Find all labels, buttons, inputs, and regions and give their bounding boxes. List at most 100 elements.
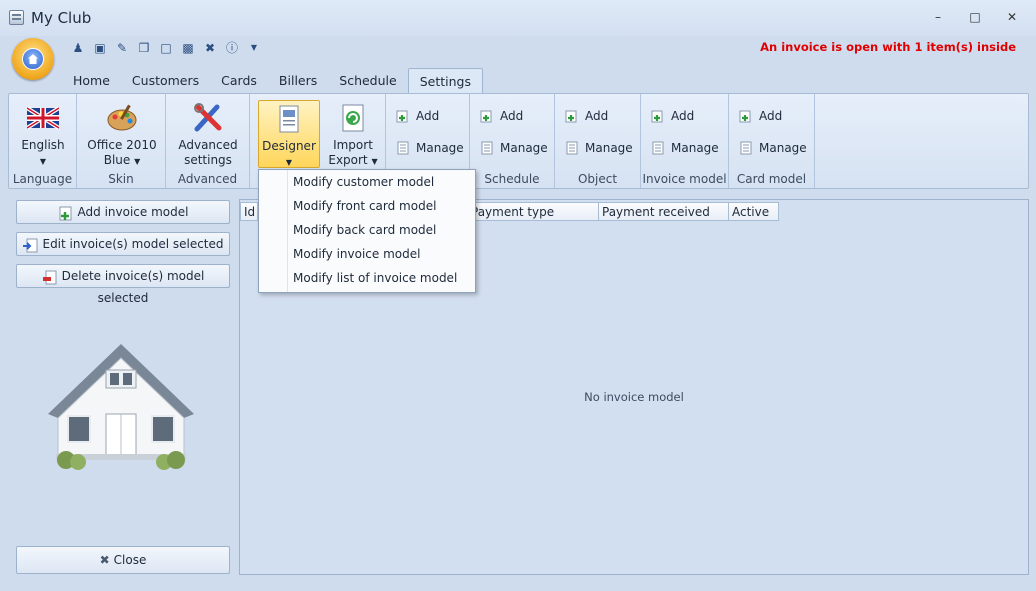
- column-header-payment-type[interactable]: Payment type: [468, 202, 599, 221]
- maximize-icon[interactable]: □: [964, 8, 986, 26]
- add-button[interactable]: Add: [396, 106, 439, 126]
- group-label-skin: Skin: [108, 172, 134, 186]
- manage-icon: [652, 141, 664, 155]
- manage-button-label: Manage: [416, 141, 464, 155]
- manage-icon: [397, 141, 409, 155]
- tab-schedule[interactable]: Schedule: [328, 68, 407, 94]
- card-model-add-label: Add: [759, 109, 783, 123]
- group-label-object: Object: [577, 172, 618, 186]
- skin-button-line2: Blue: [103, 153, 131, 167]
- skin-button-line1: Office 2010: [87, 138, 157, 152]
- import-export-line1: Import: [333, 138, 373, 152]
- group-schedule: Add Manage Schedule: [470, 94, 555, 188]
- user-add-icon[interactable]: ♟: [70, 40, 86, 56]
- language-button[interactable]: English ▼: [12, 100, 74, 168]
- customize-caret-icon[interactable]: ▼: [246, 40, 262, 56]
- pen-icon[interactable]: ✎: [114, 40, 130, 56]
- page-icon[interactable]: □: [158, 40, 174, 56]
- object-add-label: Add: [585, 109, 609, 123]
- group-object: Add Manage Object: [555, 94, 641, 188]
- group-language: English ▼ Language: [9, 94, 77, 188]
- palette-icon: [107, 104, 137, 131]
- import-export-button[interactable]: Import Export ▼: [322, 100, 384, 168]
- document-icon: [279, 105, 299, 133]
- edit-invoice-model-label: Edit invoice(s) model selected: [42, 237, 224, 251]
- object-add-button[interactable]: Add: [565, 106, 608, 126]
- close-icon[interactable]: ✕: [1001, 8, 1023, 26]
- schedule-manage-button[interactable]: Manage: [480, 138, 548, 158]
- import-export-icon: [342, 104, 364, 132]
- delete-icon: [42, 270, 57, 284]
- invoice-model-manage-button[interactable]: Manage: [651, 138, 719, 158]
- object-manage-label: Manage: [585, 141, 633, 155]
- schedule-add-button[interactable]: Add: [480, 106, 523, 126]
- info-icon[interactable]: ⓘ: [224, 40, 240, 56]
- column-header-payment-received[interactable]: Payment received: [599, 202, 729, 221]
- delete-invoice-model-label: Delete invoice(s) model selected: [61, 269, 205, 305]
- tab-home[interactable]: Home: [62, 68, 121, 94]
- menu-item-modify-customer-model[interactable]: Modify customer model: [293, 170, 434, 194]
- group-label-invoice-model: Invoice model: [642, 172, 727, 186]
- left-panel: Add invoice model Edit invoice(s) model …: [8, 192, 238, 576]
- group-label-language: Language: [12, 172, 73, 186]
- object-manage-button[interactable]: Manage: [565, 138, 633, 158]
- delete-invoice-model-button[interactable]: Delete invoice(s) model selected: [16, 264, 230, 305]
- tab-cards[interactable]: Cards: [210, 68, 268, 94]
- tab-settings[interactable]: Settings: [407, 68, 483, 94]
- empty-grid-message: No invoice model: [584, 390, 684, 404]
- tab-customers[interactable]: Customers: [121, 68, 210, 94]
- app-menu-orb[interactable]: [12, 38, 54, 80]
- card-icon[interactable]: ▣: [92, 40, 108, 56]
- folder-icon[interactable]: ▩: [180, 40, 196, 56]
- card-model-add-button[interactable]: Add: [739, 106, 782, 126]
- ribbon-tabs: Home Customers Cards Billers Schedule Se…: [62, 68, 483, 94]
- skin-button[interactable]: Office 2010 Blue ▼: [87, 100, 157, 168]
- manage-icon: [740, 141, 752, 155]
- close-icon: ✖: [99, 553, 110, 567]
- invoice-model-manage-label: Manage: [671, 141, 719, 155]
- tab-billers[interactable]: Billers: [268, 68, 328, 94]
- invoice-model-add-button[interactable]: Add: [651, 106, 694, 126]
- edit-invoice-model-button[interactable]: Edit invoice(s) model selected: [16, 232, 230, 256]
- app-icon: [9, 10, 24, 25]
- manage-icon: [566, 141, 578, 155]
- group-skin: Office 2010 Blue ▼ Skin: [77, 94, 166, 188]
- group-label-card-model: Card model: [736, 172, 807, 186]
- column-header-active[interactable]: Active: [729, 202, 779, 221]
- card-model-manage-button[interactable]: Manage: [739, 138, 807, 158]
- invoice-status-message: An invoice is open with 1 item(s) inside: [760, 40, 1016, 54]
- chevron-down-icon: ▼: [134, 157, 141, 166]
- group-advanced: Advanced settings Advanced: [166, 94, 250, 188]
- card-model-manage-label: Manage: [759, 141, 807, 155]
- add-invoice-model-label: Add invoice model: [77, 205, 189, 219]
- group-invoice-model: Add Manage Invoice model: [641, 94, 729, 188]
- tools-icon[interactable]: ✖: [202, 40, 218, 56]
- import-export-line2: Export: [328, 153, 368, 167]
- copy-icon[interactable]: ❐: [136, 40, 152, 56]
- column-header-id[interactable]: Id: [240, 202, 258, 221]
- edit-icon: [23, 238, 38, 252]
- add-button-label: Add: [416, 109, 440, 123]
- add-icon: [739, 110, 751, 123]
- advanced-settings-button[interactable]: Advanced settings: [176, 100, 240, 168]
- group-label-schedule: Schedule: [484, 172, 540, 186]
- menu-item-modify-invoice-model[interactable]: Modify invoice model: [293, 242, 420, 266]
- menu-item-modify-back-card-model[interactable]: Modify back card model: [293, 218, 436, 242]
- designer-button[interactable]: Designer ▼: [258, 100, 320, 168]
- title-bar: My Club – □ ✕: [0, 0, 1036, 36]
- ribbon-settings: English ▼ Language Office 2010 Blue ▼ Sk…: [8, 93, 1029, 189]
- chevron-down-icon: ▼: [371, 157, 378, 166]
- designer-button-label: Designer: [262, 139, 316, 153]
- schedule-manage-label: Manage: [500, 141, 548, 155]
- window-title: My Club: [31, 9, 92, 27]
- close-button[interactable]: ✖ Close: [16, 546, 230, 574]
- group-card-model: Add Manage Card model: [729, 94, 815, 188]
- close-button-label: Close: [113, 553, 147, 567]
- schedule-add-label: Add: [500, 109, 524, 123]
- menu-item-modify-list-of-invoice-model[interactable]: Modify list of invoice model: [293, 266, 457, 290]
- menu-item-modify-front-card-model[interactable]: Modify front card model: [293, 194, 436, 218]
- minimize-icon[interactable]: –: [927, 8, 949, 26]
- add-invoice-model-button[interactable]: Add invoice model: [16, 200, 230, 224]
- manage-button[interactable]: Manage: [396, 138, 464, 158]
- add-icon: [651, 110, 663, 123]
